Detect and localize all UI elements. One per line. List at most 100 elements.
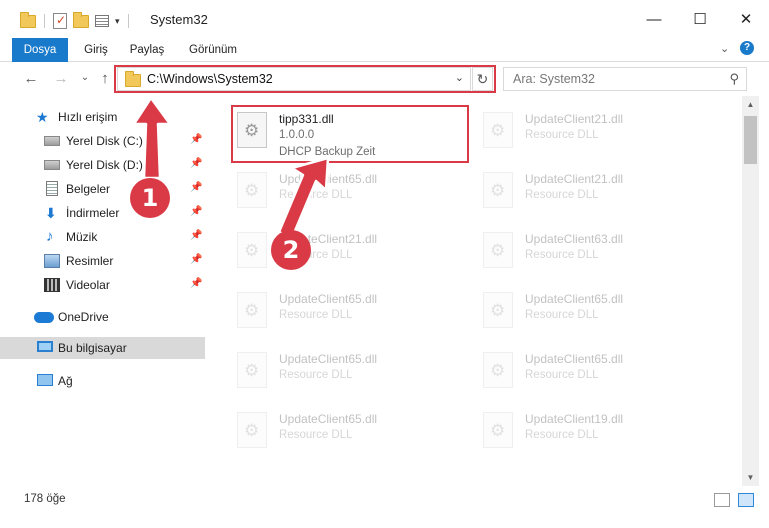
- pin-icon[interactable]: 📌: [190, 206, 202, 217]
- tab-home[interactable]: Giriş: [76, 38, 116, 62]
- file-description: Resource DLL: [279, 189, 353, 201]
- file-name: UpdateClient19.dll: [525, 412, 624, 426]
- item-count: 178 öğe: [24, 493, 66, 505]
- dll-file-icon: [483, 412, 513, 448]
- file-description: Resource DLL: [525, 129, 599, 141]
- sidebar-item-label: Hızlı erişim: [58, 110, 118, 124]
- search-box[interactable]: Ara: System32 ⚲: [503, 67, 747, 91]
- dll-file-icon: [483, 112, 513, 148]
- sidebar-item-label: Müzik: [66, 230, 98, 244]
- file-tile[interactable]: UpdateClient65.dll Resource DLL: [231, 284, 465, 340]
- dll-file-icon: [483, 352, 513, 388]
- close-button[interactable]: ✕: [723, 0, 769, 38]
- new-folder-icon[interactable]: [73, 11, 89, 28]
- file-tile[interactable]: UpdateClient21.dll Resource DLL: [231, 224, 465, 280]
- file-tile[interactable]: UpdateClient63.dll Resource DLL: [477, 224, 711, 280]
- file-name: UpdateClient65.dll: [279, 292, 378, 306]
- download-icon: ⬇: [45, 205, 57, 221]
- tab-view[interactable]: Görünüm: [182, 38, 244, 62]
- file-description: Resource DLL: [279, 369, 353, 381]
- expand-ribbon-icon[interactable]: ⌄: [720, 42, 729, 55]
- back-button[interactable]: ←: [21, 70, 41, 87]
- dll-file-icon: [483, 232, 513, 268]
- explorer-window: ▾ System32 — ☐ ✕ Dosya Giriş Paylaş Görü…: [0, 0, 769, 528]
- pin-icon[interactable]: 📌: [190, 158, 202, 169]
- file-tile[interactable]: UpdateClient21.dll Resource DLL: [477, 104, 711, 160]
- properties-icon[interactable]: [53, 13, 67, 29]
- file-description: Resource DLL: [525, 369, 599, 381]
- tab-share[interactable]: Paylaş: [124, 38, 170, 62]
- file-tile[interactable]: UpdateClient65.dll Resource DLL: [231, 344, 465, 400]
- sidebar-item-local-disk-d[interactable]: Yerel Disk (D:) 📌: [0, 154, 205, 176]
- sidebar-item-local-disk-c[interactable]: Yerel Disk (C:) 📌: [0, 130, 205, 152]
- dll-file-icon: [237, 352, 267, 388]
- file-description: Resource DLL: [279, 429, 353, 441]
- file-tile[interactable]: UpdateClient65.dll Resource DLL: [477, 284, 711, 340]
- sidebar-item-quick-access[interactable]: ★ Hızlı erişim: [0, 106, 205, 128]
- file-description: Resource DLL: [525, 309, 599, 321]
- sidebar-item-label: Yerel Disk (D:): [66, 158, 143, 172]
- sidebar-item-label: Belgeler: [66, 182, 111, 196]
- details-view-icon[interactable]: [714, 493, 730, 507]
- pin-icon[interactable]: 📌: [190, 254, 202, 265]
- window-title: System32: [150, 12, 208, 27]
- dll-file-icon: [483, 172, 513, 208]
- navigation-pane: ★ Hızlı erişim Yerel Disk (C:) 📌 Yerel D…: [0, 96, 207, 486]
- recent-locations-button[interactable]: ⌄: [75, 72, 95, 83]
- sidebar-item-documents[interactable]: Belgeler 📌: [0, 178, 205, 200]
- toolbar-divider: [127, 14, 129, 28]
- file-name: UpdateClient63.dll: [525, 232, 624, 246]
- sidebar-item-network[interactable]: Ağ: [0, 370, 205, 392]
- dll-file-icon: [237, 232, 267, 268]
- network-icon: [37, 374, 53, 386]
- search-placeholder: Ara: System32: [513, 72, 595, 86]
- pin-icon[interactable]: 📌: [190, 278, 202, 289]
- file-name: UpdateClient65.dll: [525, 352, 624, 366]
- help-icon[interactable]: ?: [740, 41, 754, 55]
- sidebar-item-label: Resimler: [66, 254, 114, 268]
- drive-icon: [44, 160, 60, 170]
- vertical-scrollbar[interactable]: ▲ ▼: [742, 96, 759, 486]
- scroll-up-icon[interactable]: ▲: [742, 96, 759, 113]
- sidebar-item-this-pc[interactable]: Bu bilgisayar: [0, 337, 205, 359]
- sidebar-item-label: İndirmeler: [66, 206, 120, 220]
- customize-toolbar-icon[interactable]: ▾: [115, 16, 120, 27]
- file-name: UpdateClient65.dll: [279, 352, 378, 366]
- tiles-view-icon[interactable]: [738, 493, 754, 507]
- sidebar-item-music[interactable]: ♪ Müzik 📌: [0, 226, 205, 248]
- scroll-thumb[interactable]: [744, 116, 757, 164]
- file-name: UpdateClient65.dll: [279, 172, 378, 186]
- search-icon[interactable]: ⚲: [729, 71, 739, 87]
- step-2-badge: 2: [271, 230, 311, 270]
- file-tile[interactable]: UpdateClient21.dll Resource DLL: [477, 164, 711, 220]
- file-description: Resource DLL: [525, 249, 599, 261]
- toolbar-divider: [44, 14, 45, 28]
- file-name: UpdateClient65.dll: [279, 412, 378, 426]
- scroll-down-icon[interactable]: ▼: [742, 469, 759, 486]
- forward-button[interactable]: →: [51, 70, 71, 87]
- music-icon: ♪: [46, 228, 54, 245]
- cloud-icon: [34, 312, 54, 323]
- pin-icon[interactable]: 📌: [190, 230, 202, 241]
- tab-file[interactable]: Dosya: [12, 38, 68, 62]
- file-tile[interactable]: UpdateClient65.dll Resource DLL: [231, 164, 465, 220]
- folder-icon: [20, 11, 36, 28]
- view-icon[interactable]: [95, 15, 109, 27]
- minimize-button[interactable]: —: [631, 0, 677, 38]
- quick-access-toolbar: ▾: [20, 11, 131, 31]
- sidebar-item-pictures[interactable]: Resimler 📌: [0, 250, 205, 272]
- pictures-icon: [44, 254, 60, 268]
- file-tile[interactable]: UpdateClient65.dll Resource DLL: [477, 344, 711, 400]
- file-tile[interactable]: UpdateClient65.dll Resource DLL: [231, 404, 465, 460]
- sidebar-item-videos[interactable]: Videolar 📌: [0, 274, 205, 296]
- up-button[interactable]: ↑: [95, 70, 115, 87]
- pin-icon[interactable]: 📌: [190, 182, 202, 193]
- pin-icon[interactable]: 📌: [190, 134, 202, 145]
- sidebar-item-downloads[interactable]: ⬇ İndirmeler 📌: [0, 202, 205, 224]
- file-tile[interactable]: UpdateClient19.dll Resource DLL: [477, 404, 711, 460]
- dll-file-icon: [237, 172, 267, 208]
- sidebar-item-onedrive[interactable]: OneDrive: [0, 306, 205, 328]
- file-highlight-box: [231, 105, 469, 163]
- maximize-button[interactable]: ☐: [677, 0, 723, 38]
- title-bar: ▾ System32 — ☐ ✕: [0, 0, 769, 38]
